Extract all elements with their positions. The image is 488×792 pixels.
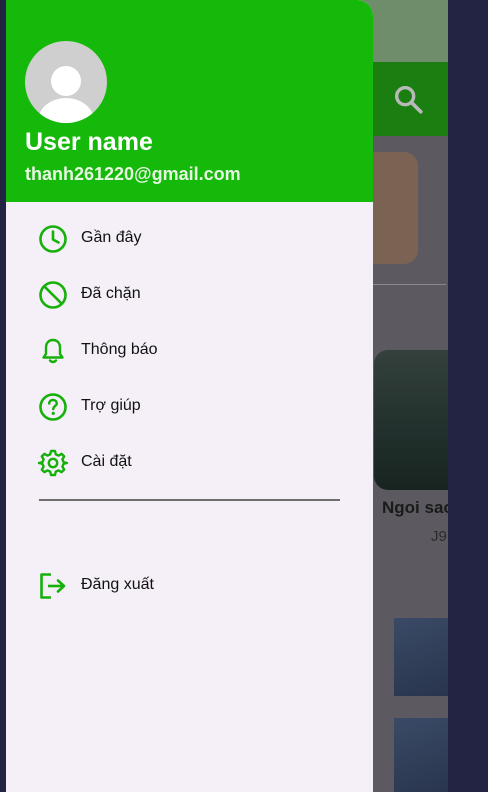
search-icon[interactable] [391,82,425,116]
user-name: User name [25,128,153,156]
menu-item-label: Đăng xuất [81,576,154,593]
avatar[interactable] [25,41,107,123]
drawer-header: User name thanh261220@gmail.com [6,0,373,202]
user-email: thanh261220@gmail.com [25,164,241,184]
block-icon [39,281,67,309]
menu-item-label: Đã chặn [81,285,141,302]
app-poster-title: Ngoi sao [382,498,448,517]
menu-item-help[interactable]: Trợ giúp [6,381,373,433]
navigation-drawer: User name thanh261220@gmail.com Gần đây … [6,0,373,792]
user-avatar-icon [38,66,94,123]
menu-divider [39,499,340,501]
menu-item-label: Gần đây [81,229,142,246]
menu-item-logout[interactable]: Đăng xuất [6,560,373,612]
menu-item-label: Cài đặt [81,453,132,470]
app-list-thumbnail[interactable] [394,718,448,792]
menu-item-notifications[interactable]: Thông báo [6,325,373,377]
help-icon [39,393,67,421]
app-poster-subtitle: J9 [431,528,447,545]
menu-item-label: Trợ giúp [81,397,141,414]
menu-item-blocked[interactable]: Đã chặn [6,269,373,321]
menu-item-recent[interactable]: Gần đây [6,213,373,265]
logout-icon [40,573,66,599]
gear-icon [37,449,69,477]
clock-icon [39,225,67,253]
app-poster[interactable] [374,350,448,490]
menu-item-label: Thông báo [81,341,158,358]
menu-item-settings[interactable]: Cài đặt [6,437,373,489]
app-list-thumbnail[interactable] [394,618,448,696]
bell-icon [42,338,64,364]
